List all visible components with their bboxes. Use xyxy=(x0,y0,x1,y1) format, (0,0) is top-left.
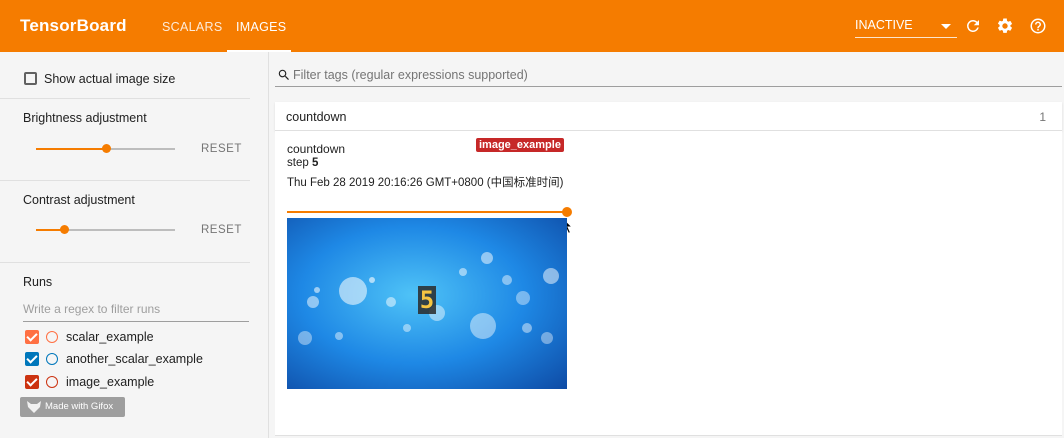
run-badge: image_example xyxy=(476,138,564,152)
tab-scalars[interactable]: SCALARS xyxy=(162,20,222,34)
contrast-slider-knob[interactable] xyxy=(60,225,69,234)
brightness-slider-fill xyxy=(36,148,106,150)
step-slider-knob[interactable] xyxy=(562,207,572,217)
brightness-label: Brightness adjustment xyxy=(23,111,147,125)
gear-icon[interactable] xyxy=(996,17,1014,35)
image-display[interactable]: 5 xyxy=(287,218,567,389)
image-card-step: step 5 xyxy=(287,157,318,169)
bokeh-image: 5 xyxy=(287,218,567,389)
category-title: countdown xyxy=(286,110,347,124)
run-name: image_example xyxy=(66,375,155,389)
refresh-icon[interactable] xyxy=(964,17,982,35)
image-card-tag: countdown xyxy=(287,142,346,156)
show-actual-size-section: Show actual image size xyxy=(0,52,250,99)
gifox-watermark: Made with Gifox xyxy=(20,397,125,417)
runs-filter-placeholder: Write a regex to filter runs xyxy=(23,302,161,316)
search-icon xyxy=(278,69,289,80)
step-value: 5 xyxy=(311,157,319,169)
category-pane: countdown step 5 Thu Feb 28 2019 20:16:2… xyxy=(275,131,1062,436)
tag-filter-placeholder: Filter tags (regular expressions support… xyxy=(293,68,528,82)
gifox-text: Made with Gifox xyxy=(45,401,114,412)
show-actual-size-checkbox[interactable] xyxy=(24,72,37,85)
run-selector-value: INACTIVE xyxy=(855,18,913,32)
countdown-digit: 5 xyxy=(420,286,434,314)
brightness-slider-knob[interactable] xyxy=(102,144,111,153)
tab-images[interactable]: IMAGES xyxy=(236,20,286,34)
category-header[interactable]: countdown 1 xyxy=(275,102,1062,131)
run-checkbox[interactable] xyxy=(25,352,39,366)
brightness-section: Brightness adjustment RESET xyxy=(0,99,250,181)
image-card-timestamp: Thu Feb 28 2019 20:16:26 GMT+0800 (中国标准时… xyxy=(287,177,564,189)
fox-logo-icon xyxy=(27,401,41,413)
tag-filter-input[interactable]: Filter tags (regular expressions support… xyxy=(275,64,1062,87)
contrast-section: Contrast adjustment RESET xyxy=(0,181,250,263)
runs-title: Runs xyxy=(23,275,53,289)
step-slider-track[interactable] xyxy=(287,211,567,213)
run-color-indicator xyxy=(46,331,58,343)
runs-filter-input[interactable]: Write a regex to filter runs xyxy=(23,299,249,322)
run-color-indicator xyxy=(46,376,58,388)
help-icon[interactable] xyxy=(1029,17,1047,35)
run-selector-dropdown[interactable]: INACTIVE xyxy=(855,17,957,38)
show-actual-size-label: Show actual image size xyxy=(44,72,176,86)
run-color-indicator xyxy=(46,353,58,365)
run-name: another_scalar_example xyxy=(66,352,203,366)
step-label: step xyxy=(287,157,309,169)
sidebar: Show actual image size Brightness adjust… xyxy=(0,52,269,438)
contrast-reset-button[interactable]: RESET xyxy=(201,224,242,236)
run-checkbox[interactable] xyxy=(25,375,39,389)
chevron-down-icon xyxy=(941,24,951,29)
run-name: scalar_example xyxy=(66,330,154,344)
app-title: TensorBoard xyxy=(20,16,127,35)
brightness-reset-button[interactable]: RESET xyxy=(201,143,242,155)
main-content: Filter tags (regular expressions support… xyxy=(275,52,1062,438)
top-app-bar: TensorBoard SCALARS IMAGES INACTIVE xyxy=(0,0,1064,52)
run-checkbox[interactable] xyxy=(25,330,39,344)
contrast-label: Contrast adjustment xyxy=(23,193,135,207)
category-count: 1 xyxy=(1039,110,1046,124)
